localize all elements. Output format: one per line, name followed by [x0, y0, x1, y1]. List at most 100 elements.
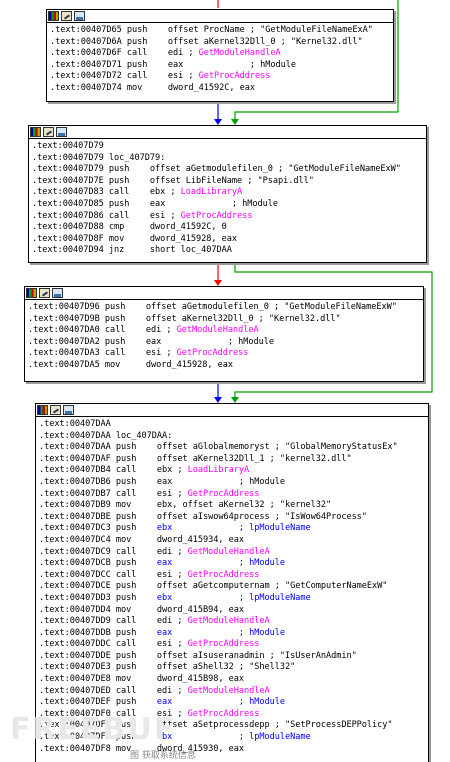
- asm-line[interactable]: .text:00407D83 call ebx ; LoadLibraryA: [32, 187, 422, 199]
- image-icon[interactable]: [74, 11, 85, 21]
- asm-operands: eax ; hModule: [136, 476, 285, 487]
- asm-line[interactable]: .text:00407D88 cmp dword_41592C, 0: [32, 222, 422, 234]
- asm-operands: offset LibFileName ; "Psapi.dll": [129, 175, 314, 186]
- asm-line[interactable]: .text:00407DB6 push eax ; hModule: [39, 477, 424, 489]
- asm-mnemonic: mov: [126, 82, 143, 93]
- graph-icon[interactable]: [26, 288, 37, 298]
- asm-mnemonic: mov: [108, 233, 125, 244]
- asm-line[interactable]: .text:00407DA2 push eax ; hModule: [28, 337, 419, 349]
- asm-line[interactable]: .text:00407DAF push offset aKernel32Dll_…: [39, 454, 424, 466]
- asm-line[interactable]: .text:00407D86 call esi ; GetProcAddress: [32, 211, 422, 223]
- asm-line[interactable]: .text:00407D9B push offset aKernel32Dll_…: [28, 314, 419, 326]
- asm-line[interactable]: .text:00407DCE push offset aGetcomputern…: [39, 581, 424, 593]
- edit-icon[interactable]: [43, 127, 54, 137]
- code-block-2[interactable]: .text:00407D79 .text:00407D79 loc_407D79:…: [28, 125, 427, 263]
- asm-line[interactable]: .text:00407DED call edi ; GetModuleHandl…: [39, 686, 424, 698]
- asm-operands: dword_415928, eax: [120, 359, 233, 370]
- asm-line[interactable]: .text:00407D6A push offset aKernel32Dll_…: [50, 37, 389, 49]
- asm-line[interactable]: .text:00407DA0 call edi ; GetModuleHandl…: [28, 325, 419, 337]
- asm-address: .text:00407D9B: [28, 313, 105, 324]
- image-icon[interactable]: [63, 405, 74, 415]
- asm-operands: esi ;: [147, 71, 199, 82]
- asm-line[interactable]: .text:00407DB7 call esi ; GetProcAddress: [39, 489, 424, 501]
- asm-operands: offset aIsuseranadmin ; "IsUserAnAdmin": [136, 650, 357, 661]
- asm-line[interactable]: .text:00407DEF push eax ; hModule: [39, 697, 424, 709]
- asm-mnemonic: call: [115, 569, 137, 580]
- asm-line[interactable]: .text:00407D8F mov dword_415928, eax: [32, 234, 422, 246]
- asm-line[interactable]: .text:00407DC3 push ebx ; lpModuleName: [39, 523, 424, 535]
- asm-line[interactable]: .text:00407DA3 call esi ; GetProcAddress: [28, 348, 419, 360]
- asm-api-comment: GetProcAddress: [187, 708, 260, 719]
- asm-address: .text:00407D79: [32, 152, 109, 163]
- asm-line[interactable]: .text:00407DCC call esi ; GetProcAddress: [39, 570, 424, 582]
- asm-mnemonic: push: [115, 442, 137, 453]
- asm-mnemonic: loc_407D79:: [108, 152, 166, 163]
- asm-address: .text:00407DA0: [28, 325, 105, 336]
- asm-operands: offset aKernel32Dll_0 ; "Kernel32.dll": [147, 36, 363, 47]
- disassembly-lines: .text:00407D96 push offset aGetmodulefil…: [25, 300, 423, 374]
- edit-icon[interactable]: [50, 405, 61, 415]
- edit-icon[interactable]: [39, 288, 50, 298]
- asm-line[interactable]: .text:00407DC4 mov dword_415934, eax: [39, 535, 424, 547]
- asm-line[interactable]: .text:00407DD3 push ebx ; lpModuleName: [39, 593, 424, 605]
- disassembly-lines: .text:00407DAA .text:00407DAA loc_407DAA:…: [36, 417, 428, 757]
- asm-line[interactable]: .text:00407D71 push eax ; hModule: [50, 60, 389, 72]
- asm-address: .text:00407DA5: [28, 359, 105, 370]
- asm-line[interactable]: .text:00407D79 loc_407D79:: [32, 153, 422, 165]
- asm-line[interactable]: .text:00407DA5 mov dword_415928, eax: [28, 360, 419, 372]
- block-header: [36, 404, 428, 417]
- graph-icon[interactable]: [37, 405, 48, 415]
- asm-line[interactable]: .text:00407D74 mov dword_41592C, eax: [50, 83, 389, 95]
- code-block-1[interactable]: .text:00407D65 push offset ProcName ; "G…: [46, 9, 394, 102]
- asm-mnemonic: mov: [115, 500, 132, 511]
- image-icon[interactable]: [56, 127, 67, 137]
- asm-address: .text:00407D83: [32, 187, 109, 198]
- code-block-3[interactable]: .text:00407D96 push offset aGetmodulefil…: [24, 286, 424, 382]
- asm-line[interactable]: .text:00407DAA loc_407DAA:: [39, 431, 424, 443]
- asm-line[interactable]: .text:00407DD4 mov dword_415B94, eax: [39, 605, 424, 617]
- asm-line[interactable]: .text:00407D94 jnz short loc_407DAA: [32, 245, 422, 257]
- image-icon[interactable]: [52, 288, 63, 298]
- asm-line[interactable]: .text:00407D96 push offset aGetmodulefil…: [28, 302, 419, 314]
- asm-line[interactable]: .text:00407DDC call esi ; GetProcAddress: [39, 639, 424, 651]
- asm-address: .text:00407D86: [32, 210, 109, 221]
- asm-line[interactable]: .text:00407DBE push offset aIswow64proce…: [39, 512, 424, 524]
- asm-line[interactable]: .text:00407DAA push offset aGlobalmemory…: [39, 442, 424, 454]
- asm-line[interactable]: .text:00407D6F call edi ; GetModuleHandl…: [50, 48, 389, 60]
- asm-address: .text:00407D79: [32, 141, 104, 151]
- asm-mnemonic: call: [115, 546, 137, 557]
- asm-line[interactable]: .text:00407D79 push offset aGetmodulefil…: [32, 164, 422, 176]
- graph-icon[interactable]: [30, 127, 41, 137]
- edit-icon[interactable]: [61, 11, 72, 21]
- asm-line[interactable]: .text:00407DE8 mov dword_415B98, eax: [39, 674, 424, 686]
- asm-line[interactable]: .text:00407DB9 mov ebx, offset aKernel32…: [39, 500, 424, 512]
- asm-mnemonic: call: [126, 71, 148, 82]
- asm-line[interactable]: .text:00407D7E push offset LibFileName ;…: [32, 176, 422, 188]
- asm-line[interactable]: .text:00407D72 call esi ; GetProcAddress: [50, 71, 389, 83]
- asm-line[interactable]: .text:00407DE3 push offset aShell32 ; "S…: [39, 662, 424, 674]
- asm-mnemonic: push: [115, 453, 137, 464]
- asm-operands: offset aKernel32Dll_1 ; "kernel32.dll": [136, 453, 352, 464]
- asm-address: .text:00407DED: [39, 685, 116, 696]
- graph-icon[interactable]: [48, 11, 59, 21]
- asm-line[interactable]: .text:00407DAA: [39, 419, 424, 431]
- asm-mnemonic: call: [115, 465, 137, 476]
- asm-api-comment: GetModuleHandleA: [176, 325, 259, 336]
- asm-line[interactable]: .text:00407D79: [32, 141, 422, 153]
- asm-line[interactable]: .text:00407DCB push eax ; hModule: [39, 558, 424, 570]
- asm-line[interactable]: .text:00407DB4 call ebx ; LoadLibraryA: [39, 465, 424, 477]
- asm-line[interactable]: .text:00407D85 push eax ; hModule: [32, 199, 422, 211]
- asm-operands: dword_41592C, eax: [142, 82, 255, 93]
- asm-mnemonic: loc_407DAA:: [115, 430, 173, 441]
- asm-line[interactable]: .text:00407DDB push eax ; hModule: [39, 628, 424, 640]
- asm-line[interactable]: .text:00407DDE push offset aIsuseranadmi…: [39, 651, 424, 663]
- asm-mnemonic: push: [115, 697, 137, 708]
- asm-line[interactable]: .text:00407D65 push offset ProcName ; "G…: [50, 25, 389, 37]
- watermark: FREEBUF: [10, 712, 177, 747]
- asm-operands: offset aIswow64process ; "IsWow64Process…: [136, 511, 367, 522]
- asm-line[interactable]: .text:00407DD9 call edi ; GetModuleHandl…: [39, 616, 424, 628]
- asm-line[interactable]: .text:00407DC9 call edi ; GetModuleHandl…: [39, 547, 424, 559]
- asm-operands: ebx ;: [129, 187, 181, 198]
- asm-mnemonic: push: [126, 36, 148, 47]
- code-block-4[interactable]: .text:00407DAA .text:00407DAA loc_407DAA:…: [35, 403, 429, 762]
